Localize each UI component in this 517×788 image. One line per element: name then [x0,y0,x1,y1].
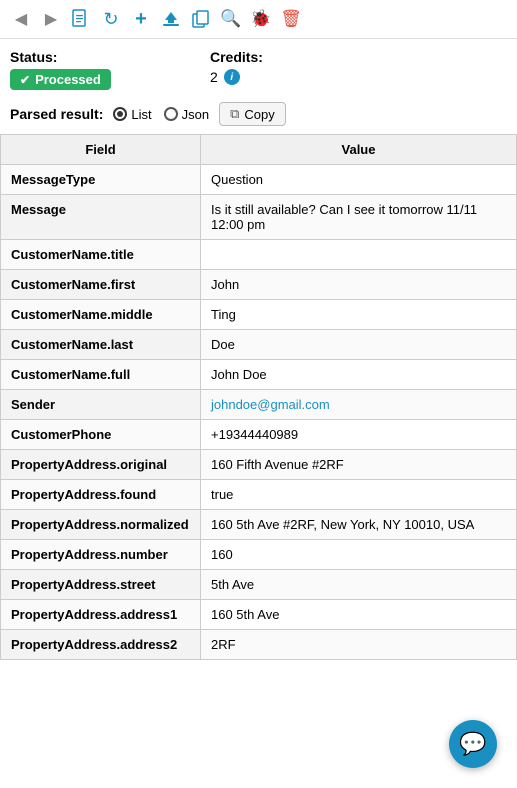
check-icon: ✔ [20,73,30,87]
table-cell-value: John Doe [201,360,517,390]
back-icon[interactable]: ◀ [10,8,32,30]
table-cell-value: +19344440989 [201,420,517,450]
col-header-field: Field [1,135,201,165]
table-cell-value: true [201,480,517,510]
radio-json-label: Json [182,107,209,122]
radio-list-circle [113,107,127,121]
table-cell-field: Message [1,195,201,240]
table-cell-value: Ting [201,300,517,330]
table-cell-value: 2RF [201,630,517,660]
table-cell-value: 160 Fifth Avenue #2RF [201,450,517,480]
table-row: CustomerName.firstJohn [1,270,517,300]
email-link[interactable]: johndoe@gmail.com [211,397,330,412]
table-row: PropertyAddress.original160 Fifth Avenue… [1,450,517,480]
table-cell-value: Is it still available? Can I see it tomo… [201,195,517,240]
table-cell-field: PropertyAddress.address2 [1,630,201,660]
table-row: MessageTypeQuestion [1,165,517,195]
copy-button-label: Copy [244,107,274,122]
radio-list[interactable]: List [113,107,151,122]
table-cell-field: PropertyAddress.original [1,450,201,480]
credits-info-icon[interactable]: i [224,69,240,85]
table-cell-value: 160 5th Ave [201,600,517,630]
col-header-value: Value [201,135,517,165]
document-icon[interactable] [70,8,92,30]
chat-bubble[interactable]: 💬 [449,720,497,768]
delete-icon[interactable]: 🗑 [280,8,302,30]
table-cell-value: 5th Ave [201,570,517,600]
table-row: PropertyAddress.street5th Ave [1,570,517,600]
radio-list-label: List [131,107,151,122]
table-cell-field: PropertyAddress.address1 [1,600,201,630]
table-row: CustomerPhone+19344440989 [1,420,517,450]
table-cell-field: PropertyAddress.number [1,540,201,570]
table-cell-field: PropertyAddress.street [1,570,201,600]
table-cell-value[interactable]: johndoe@gmail.com [201,390,517,420]
table-cell-field: CustomerName.full [1,360,201,390]
table-cell-field: CustomerName.last [1,330,201,360]
status-label: Status: [10,49,210,65]
table-cell-field: CustomerName.middle [1,300,201,330]
table-cell-value: Question [201,165,517,195]
parsed-result-row: Parsed result: List Json ⧉ Copy [0,96,517,134]
table-cell-value: Doe [201,330,517,360]
table-cell-field: PropertyAddress.found [1,480,201,510]
table-cell-field: CustomerName.title [1,240,201,270]
table-cell-value: 160 5th Ave #2RF, New York, NY 10010, US… [201,510,517,540]
duplicate-icon[interactable] [190,8,212,30]
radio-json-circle [164,107,178,121]
table-row: PropertyAddress.foundtrue [1,480,517,510]
bug-icon[interactable]: 🐞 [250,8,272,30]
parsed-result-label: Parsed result: [10,106,103,122]
table-cell-field: Sender [1,390,201,420]
status-section: Status: ✔ Processed Credits: 2 i [0,39,517,96]
table-row: PropertyAddress.number160 [1,540,517,570]
refresh-icon[interactable]: ↻ [100,8,122,30]
status-badge: ✔ Processed [10,69,111,90]
toolbar: ◀ ▶ ↻ + 🔍 🐞 🗑 [0,0,517,39]
table-cell-field: MessageType [1,165,201,195]
copy-button[interactable]: ⧉ Copy [219,102,286,126]
forward-icon[interactable]: ▶ [40,8,62,30]
table-cell-value [201,240,517,270]
table-cell-value: 160 [201,540,517,570]
radio-json[interactable]: Json [164,107,209,122]
status-badge-text: Processed [35,72,101,87]
table-row: PropertyAddress.normalized160 5th Ave #2… [1,510,517,540]
table-cell-field: CustomerPhone [1,420,201,450]
table-row: CustomerName.fullJohn Doe [1,360,517,390]
table-cell-field: CustomerName.first [1,270,201,300]
table-row: CustomerName.middleTing [1,300,517,330]
table-cell-field: PropertyAddress.normalized [1,510,201,540]
chat-bubble-icon: 💬 [459,731,486,757]
credits-label: Credits: [210,49,263,65]
table-row: Sender johndoe@gmail.com [1,390,517,420]
table-row: PropertyAddress.address1160 5th Ave [1,600,517,630]
search-icon[interactable]: 🔍 [220,8,242,30]
copy-button-icon: ⧉ [230,106,239,122]
data-table: Field Value MessageTypeQuestionMessageIs… [0,134,517,660]
table-row: PropertyAddress.address22RF [1,630,517,660]
table-container[interactable]: Field Value MessageTypeQuestionMessageIs… [0,134,517,660]
table-row: CustomerName.lastDoe [1,330,517,360]
table-row: MessageIs it still available? Can I see … [1,195,517,240]
add-icon[interactable]: + [130,8,152,30]
table-cell-value: John [201,270,517,300]
upload-icon[interactable] [160,8,182,30]
table-row: CustomerName.title [1,240,517,270]
credits-number: 2 [210,69,218,85]
view-mode-radio-group: List Json [113,107,209,122]
